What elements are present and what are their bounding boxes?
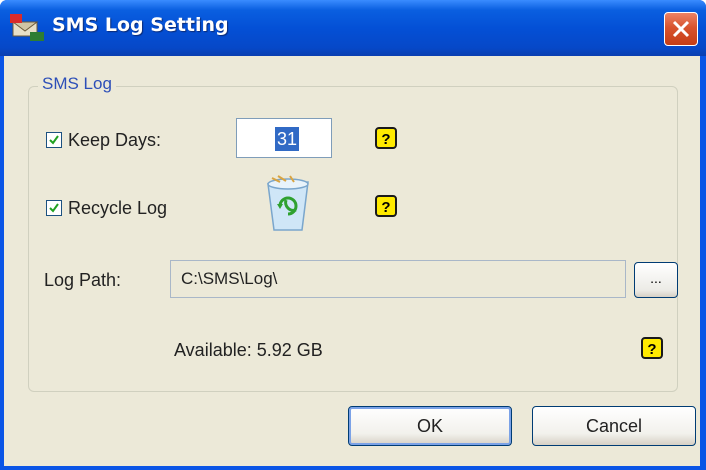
svg-text:?: ? <box>381 131 390 148</box>
log-path-value: C:\SMS\Log\ <box>181 269 278 288</box>
log-path-field[interactable]: C:\SMS\Log\ <box>170 260 626 298</box>
title-bar[interactable]: SMS Log Setting <box>0 0 706 56</box>
svg-text:?: ? <box>647 341 656 358</box>
available-space-text: Available: 5.92 GB <box>174 340 323 360</box>
recycle-log-label: Recycle Log <box>68 198 168 218</box>
keep-days-input[interactable]: 31 <box>236 118 332 158</box>
log-path-label: Log Path: <box>44 270 122 290</box>
group-legend: SMS Log <box>38 74 116 94</box>
browse-button[interactable]: ... <box>634 262 678 298</box>
help-icon[interactable]: ? <box>374 126 398 150</box>
ok-button[interactable]: OK <box>348 406 512 446</box>
window-title: SMS Log Setting <box>52 14 229 36</box>
close-icon <box>672 20 690 38</box>
cancel-button[interactable]: Cancel <box>532 406 696 446</box>
dialog-window: SMS Log Setting SMS Log Keep Days: 31 ? <box>0 0 706 470</box>
dialog-body: SMS Log Keep Days: 31 ? Recycle Log ? Lo… <box>4 56 700 466</box>
help-icon[interactable]: ? <box>640 336 664 360</box>
keep-days-label: Keep Days: <box>68 130 162 150</box>
checkmark-icon <box>49 135 59 145</box>
keep-days-checkbox[interactable] <box>46 132 62 148</box>
recycle-bin-icon <box>267 175 309 231</box>
keep-days-value: 31 <box>275 127 300 151</box>
svg-text:?: ? <box>381 199 390 216</box>
help-icon[interactable]: ? <box>374 194 398 218</box>
sms-app-icon <box>10 14 44 41</box>
close-button[interactable] <box>664 12 698 46</box>
recycle-log-checkbox[interactable] <box>46 200 62 216</box>
checkmark-icon <box>49 203 59 213</box>
